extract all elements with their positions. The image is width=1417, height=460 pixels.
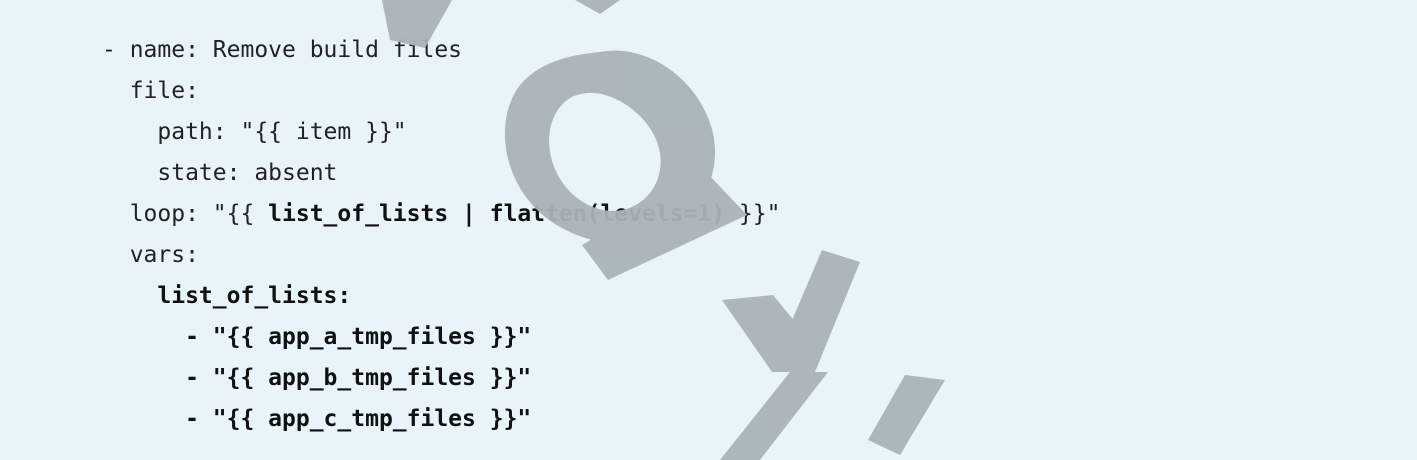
watermark-stroke-top-right: [575, 0, 620, 14]
code-token: file:: [102, 78, 199, 104]
watermark-stroke-right: [775, 250, 860, 372]
code-line: - "{{ app_a_tmp_files }}": [102, 317, 781, 358]
watermark-stroke-bottom-right: [868, 375, 945, 455]
code-token: loop: "{{: [102, 201, 269, 227]
code-line: - "{{ app_b_tmp_files }}": [102, 358, 781, 399]
code-token-bold: list_of_lists:: [157, 283, 352, 309]
code-line: list_of_lists:: [102, 276, 781, 317]
code-token: }}": [725, 201, 781, 227]
code-token-bold: list_of_lists | flatten(levels=1): [268, 201, 726, 227]
code-line: state: absent: [102, 153, 781, 194]
code-token: path: "{{ item }}": [102, 119, 407, 145]
code-line: - "{{ app_c_tmp_files }}": [102, 399, 781, 440]
code-line: vars:: [102, 235, 781, 276]
code-block: - name: Remove build files file: path: "…: [0, 0, 1417, 460]
code-line: loop: "{{ list_of_lists | flatten(levels…: [102, 194, 781, 235]
code-token-bold: - "{{ app_c_tmp_files }}": [102, 406, 532, 432]
code-token: state: absent: [102, 160, 338, 186]
code-lines: - name: Remove build files file: path: "…: [102, 30, 781, 440]
code-token-bold: - "{{ app_a_tmp_files }}": [102, 324, 532, 350]
code-token: - name: Remove build files: [102, 37, 463, 63]
code-token: vars:: [102, 242, 199, 268]
code-token-bold: - "{{ app_b_tmp_files }}": [102, 365, 532, 391]
code-line: path: "{{ item }}": [102, 112, 781, 153]
code-line: file:: [102, 71, 781, 112]
code-line: - name: Remove build files: [102, 30, 781, 71]
